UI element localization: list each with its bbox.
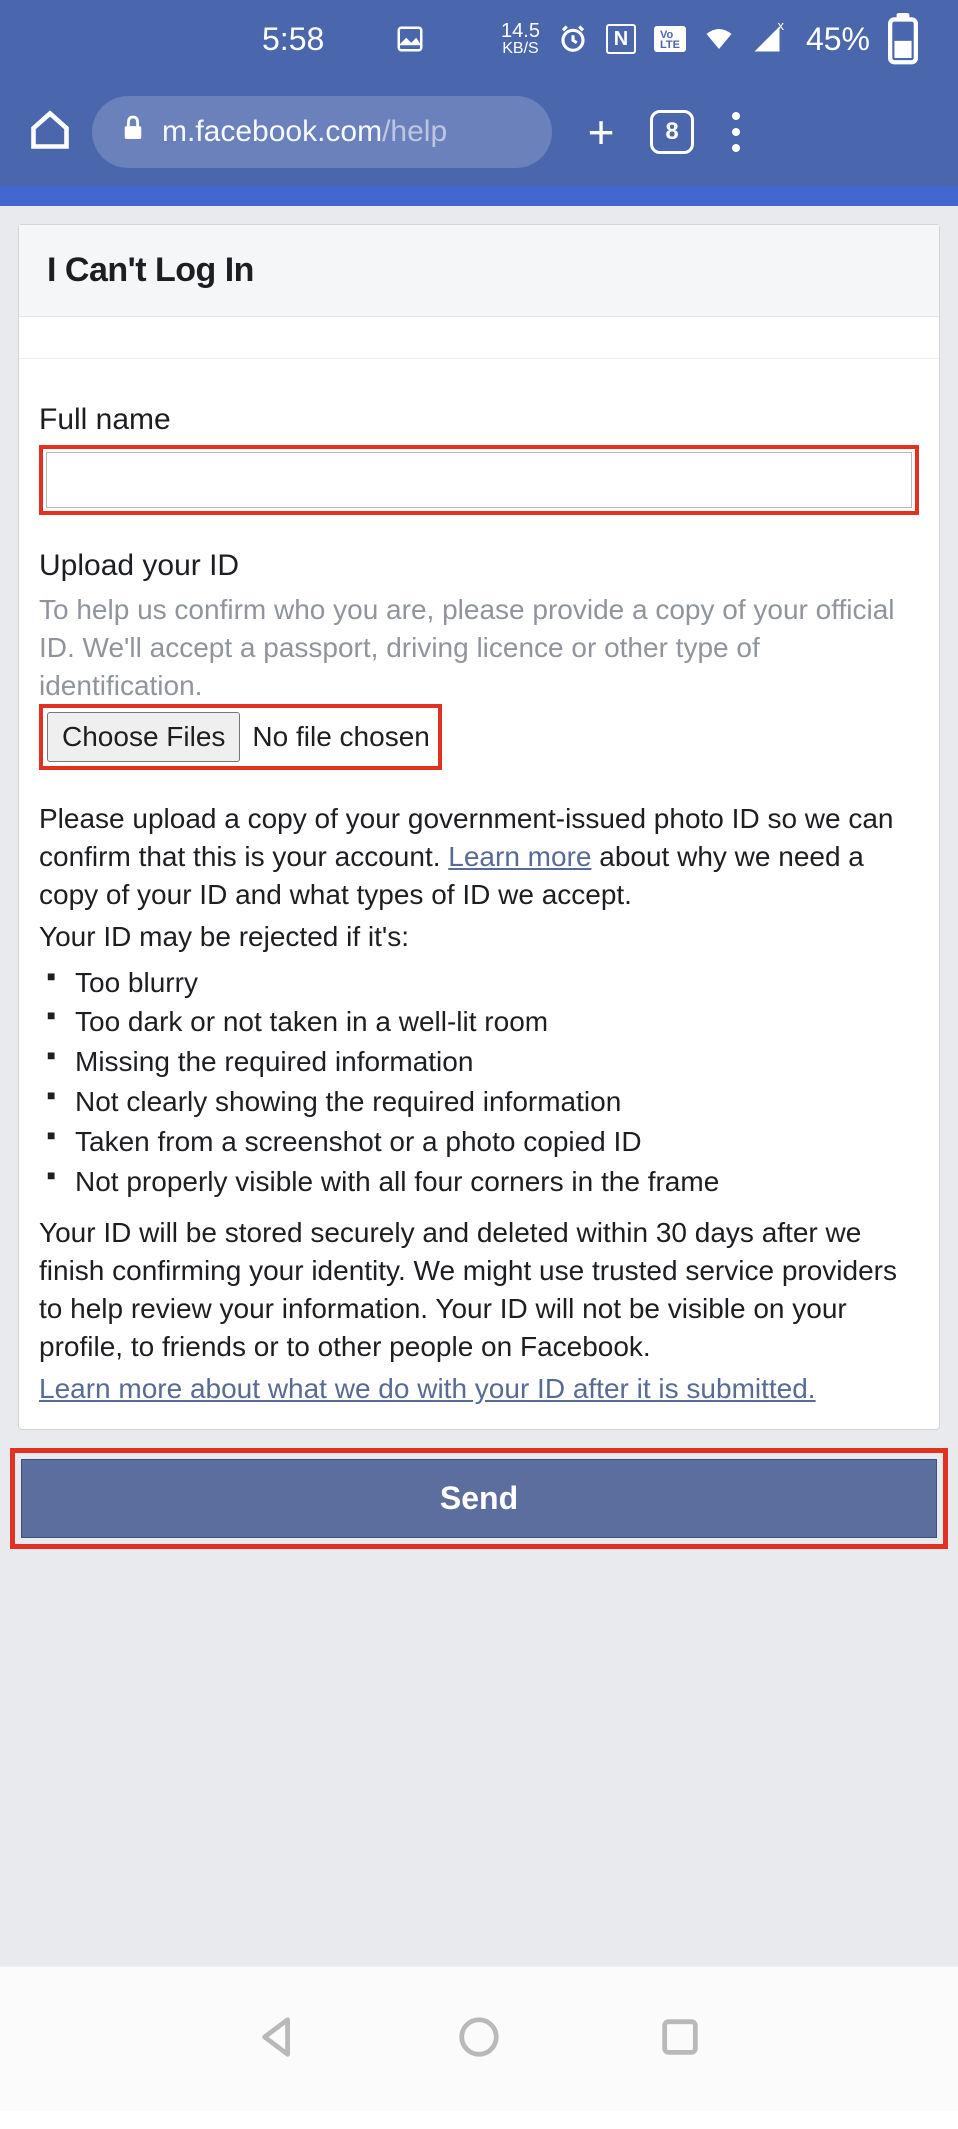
file-highlight: Choose Files No file chosen xyxy=(39,704,442,770)
list-item: Taken from a screenshot or a photo copie… xyxy=(47,1123,919,1161)
full-name-input[interactable] xyxy=(46,452,912,508)
battery-percent: 45% xyxy=(806,21,870,58)
learn-more-id-link[interactable]: Learn more about what we do with your ID… xyxy=(39,1373,816,1404)
back-button[interactable] xyxy=(255,2014,301,2065)
app-header-strip xyxy=(0,186,958,206)
tab-count-button[interactable]: 8 xyxy=(650,110,694,154)
rejection-reasons-list: Too blurry Too dark or not taken in a we… xyxy=(47,964,919,1201)
storage-info: Your ID will be stored securely and dele… xyxy=(39,1214,919,1365)
browser-toolbar: m.facebook.com/help + 8 xyxy=(0,78,958,186)
url-path: /help xyxy=(382,115,447,148)
help-card: I Can't Log In Full name Upload your ID … xyxy=(18,224,940,1430)
page-content: I Can't Log In Full name Upload your ID … xyxy=(0,206,958,1966)
data-rate: 14.5KB/S xyxy=(501,21,540,57)
send-highlight: Send xyxy=(10,1448,948,1549)
file-chosen-status: No file chosen xyxy=(252,721,429,753)
status-bar: 5:58 14.5KB/S N Vo LTE x 45% xyxy=(0,0,958,78)
upload-id-help: To help us confirm who you are, please p… xyxy=(39,591,919,704)
full-name-highlight xyxy=(39,445,919,515)
battery-icon xyxy=(888,24,918,54)
alarm-icon xyxy=(558,24,588,54)
url-domain: m.facebook.com xyxy=(162,115,382,148)
url-bar[interactable]: m.facebook.com/help xyxy=(92,96,552,168)
lock-icon xyxy=(122,115,144,149)
browser-menu-button[interactable] xyxy=(714,112,758,152)
new-tab-button[interactable]: + xyxy=(572,105,630,159)
choose-files-button[interactable]: Choose Files xyxy=(47,712,240,762)
upload-instructions: Please upload a copy of your government-… xyxy=(39,800,919,913)
full-name-label: Full name xyxy=(39,403,919,437)
wifi-icon xyxy=(704,24,734,54)
volte-icon: Vo LTE xyxy=(654,26,686,52)
home-nav-button[interactable] xyxy=(456,2014,502,2065)
list-item: Not clearly showing the required informa… xyxy=(47,1083,919,1121)
list-item: Too blurry xyxy=(47,964,919,1002)
system-nav-bar xyxy=(0,1966,958,2111)
form-body: Full name Upload your ID To help us conf… xyxy=(19,359,939,1429)
list-item: Not properly visible with all four corne… xyxy=(47,1163,919,1201)
nfc-icon: N xyxy=(606,24,636,54)
send-button[interactable]: Send xyxy=(21,1459,937,1538)
list-item: Too dark or not taken in a well-lit room xyxy=(47,1003,919,1041)
gallery-icon xyxy=(395,24,425,54)
home-button[interactable] xyxy=(28,108,72,157)
card-header: I Can't Log In xyxy=(19,225,939,317)
card-spacer xyxy=(19,317,939,359)
list-item: Missing the required information xyxy=(47,1043,919,1081)
status-time: 5:58 xyxy=(262,21,324,58)
signal-icon: x xyxy=(752,24,782,54)
learn-more-link[interactable]: Learn more xyxy=(448,841,591,872)
rejected-heading: Your ID may be rejected if it's: xyxy=(39,918,919,956)
page-title: I Can't Log In xyxy=(47,251,911,290)
recents-button[interactable] xyxy=(657,2014,703,2065)
upload-id-label: Upload your ID xyxy=(39,549,919,583)
